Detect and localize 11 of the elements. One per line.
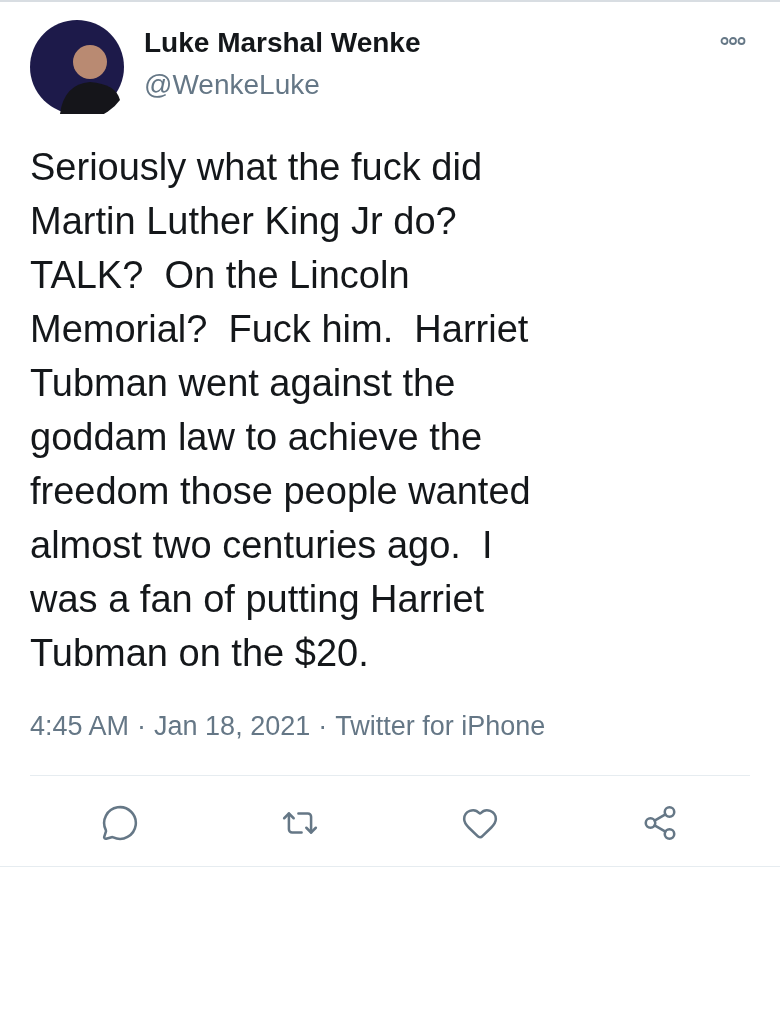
tweet-source[interactable]: Twitter for iPhone: [335, 706, 546, 747]
avatar[interactable]: [30, 20, 124, 114]
separator-dot: ·: [137, 710, 147, 743]
tweet-time: 4:45 AM: [30, 710, 130, 743]
speech-bubble-icon: [101, 803, 139, 842]
author-name[interactable]: Luke Marshal Wenke: [144, 24, 421, 62]
separator-dot: ·: [318, 710, 328, 743]
more-icon[interactable]: [720, 36, 746, 46]
tweet-date: Jan 18, 2021: [154, 710, 311, 743]
author-handle[interactable]: @WenkeLuke: [144, 66, 421, 104]
tweet-text: Seriously what the fuck did Martin Luther King Jr do? TALK? On the Lincoln Memorial? Fuck him. Harriet Tubman went against the goddam law to achieve the freedom those people wanted almost two centuries ago. I was a fan of putting Harriet Tubman on the $20.: [30, 145, 532, 676]
